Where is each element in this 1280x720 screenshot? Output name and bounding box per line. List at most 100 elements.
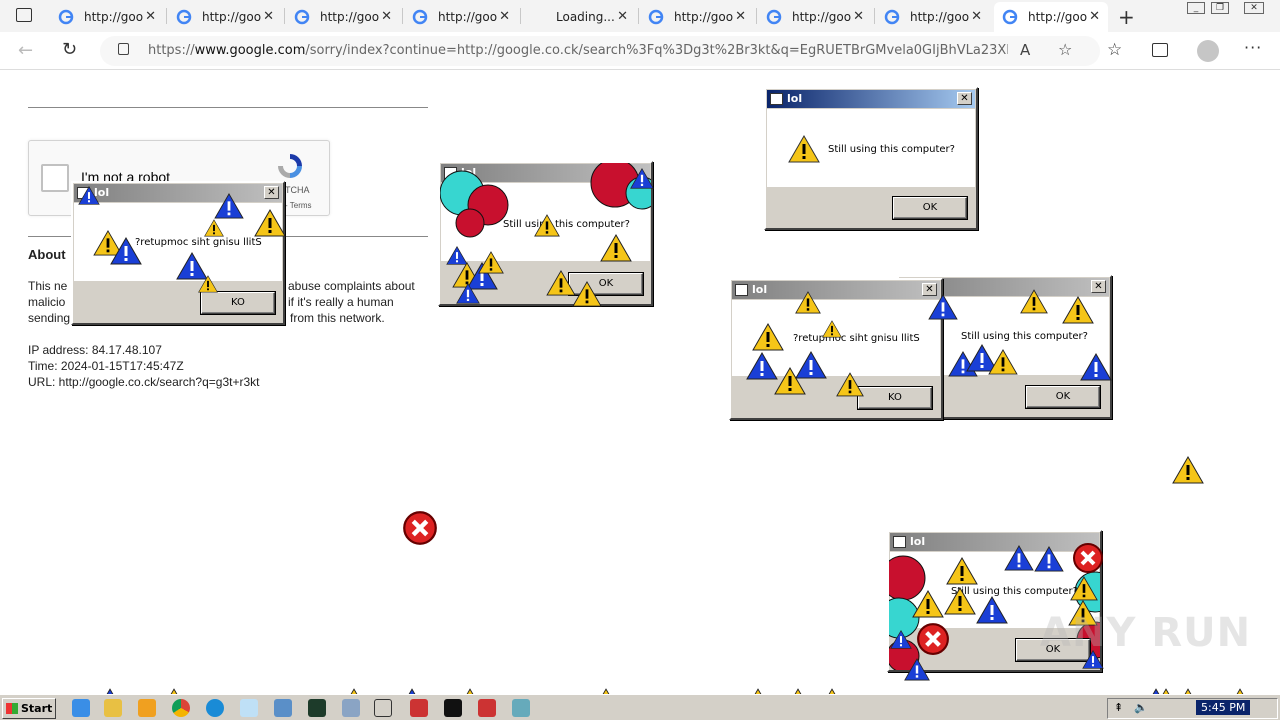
warning-icon	[944, 586, 976, 619]
ko-button[interactable]: KO	[858, 387, 932, 409]
info-icon	[214, 192, 244, 223]
close-window-button[interactable]: ✕	[1244, 2, 1264, 14]
info-icon	[110, 236, 142, 269]
ok-button[interactable]: OK	[893, 197, 967, 219]
dialog-titlebar[interactable]: lol ✕	[767, 90, 975, 108]
dialog-close-button[interactable]: ✕	[264, 186, 279, 199]
tab-close-icon[interactable]: ✕	[735, 9, 746, 24]
app-icon[interactable]	[478, 699, 496, 717]
tab-actions-icon[interactable]	[16, 8, 32, 22]
lock-icon[interactable]	[118, 43, 129, 55]
dialog-close-button[interactable]: ✕	[957, 92, 972, 105]
address-bar-row: ← ↻ https://www.google.com/sorry/index?c…	[0, 32, 1280, 70]
dialog-titlebar[interactable]: lol✕	[74, 184, 282, 202]
browser-tab[interactable]: http://goo ✕	[876, 2, 990, 32]
profile-avatar[interactable]	[1197, 40, 1219, 62]
favorites-icon[interactable]: ☆	[1107, 40, 1122, 60]
warning-icon	[198, 275, 218, 297]
browser-tab[interactable]: http://goo ✕	[286, 2, 400, 32]
browser-tab[interactable]: http://goo ✕	[640, 2, 754, 32]
minimize-button[interactable]: _	[1187, 2, 1205, 14]
error-icon	[916, 622, 950, 660]
dialog-titlebar[interactable]: lol✕	[732, 281, 940, 299]
time-text: Time: 2024-01-15T17:45:47Z	[28, 359, 184, 373]
info-icon	[630, 167, 654, 193]
warning-icon	[478, 251, 504, 278]
app-icon[interactable]	[410, 699, 428, 717]
ok-button[interactable]: OK	[1026, 386, 1100, 408]
volume-icon[interactable]: 🔈	[1134, 701, 1148, 714]
start-button[interactable]: Start	[2, 698, 56, 719]
recaptcha-terms-link[interactable]: - Terms	[285, 201, 312, 210]
tray-arrow-icon[interactable]: ⇞	[1114, 701, 1123, 714]
calculator-icon[interactable]	[342, 699, 360, 717]
top-divider	[28, 107, 428, 108]
browser-tab-loading[interactable]: Loading... ✕	[522, 2, 636, 32]
new-tab-plus-icon[interactable]: +	[1118, 5, 1135, 29]
info-icon	[890, 629, 912, 653]
chrome-icon[interactable]	[172, 699, 190, 717]
tab-bar: http://goo ✕ http://goo ✕ http://goo ✕ h…	[0, 0, 1280, 32]
app-icon	[893, 536, 906, 548]
restore-button[interactable]: ❐	[1211, 2, 1229, 14]
info-icon	[1004, 544, 1034, 575]
captcha-checkbox[interactable]	[41, 164, 69, 192]
dialog-message: Still using this computer?	[828, 144, 955, 155]
browser-tab[interactable]: http://goo ✕	[404, 2, 518, 32]
warning-icon	[1062, 295, 1094, 328]
cmd-icon[interactable]	[444, 699, 462, 717]
warning-icon	[912, 589, 944, 622]
tab-close-icon[interactable]: ✕	[263, 9, 274, 24]
dialog-message: Still using this computer?	[503, 219, 630, 230]
dialog-close-button[interactable]: ✕	[1091, 280, 1106, 293]
explorer-folder-icon[interactable]	[104, 699, 122, 717]
warning-icon	[254, 208, 286, 241]
browser-tab[interactable]: http://goo ✕	[50, 2, 164, 32]
collections-icon[interactable]	[1152, 43, 1168, 57]
info-icon	[904, 658, 930, 685]
tab-close-icon[interactable]: ✕	[971, 9, 982, 24]
window-app-icon[interactable]	[374, 699, 392, 717]
warning-icon	[752, 322, 784, 355]
tab-close-icon[interactable]: ✕	[617, 9, 628, 24]
more-menu-icon[interactable]: ···	[1244, 38, 1262, 57]
browser-tab[interactable]: http://goo ✕	[758, 2, 872, 32]
refresh-icon[interactable]: ↻	[62, 39, 77, 60]
warning-icon	[795, 291, 821, 318]
ie-icon[interactable]	[72, 699, 90, 717]
app-icon[interactable]	[512, 699, 530, 717]
dialog-title: lol	[787, 92, 803, 105]
tab-close-icon[interactable]: ✕	[853, 9, 864, 24]
info-icon	[795, 350, 827, 383]
url-text[interactable]: https://www.google.com/sorry/index?conti…	[148, 43, 1008, 58]
browser-tab-active[interactable]: http://goo ✕	[994, 2, 1108, 32]
tab-close-icon[interactable]: ✕	[381, 9, 392, 24]
tab-close-icon[interactable]: ✕	[1089, 9, 1100, 24]
terminal-icon[interactable]	[308, 699, 326, 717]
back-arrow-icon[interactable]: ←	[18, 40, 33, 61]
add-favorite-icon[interactable]: ☆	[1058, 40, 1072, 59]
lol-dialog-active[interactable]: lol ✕ Still using this computer? OK	[764, 87, 978, 230]
about-text-line: from this network.	[290, 311, 385, 325]
computer-icon[interactable]	[274, 699, 292, 717]
url-box[interactable]: https://www.google.com/sorry/index?conti…	[100, 36, 1100, 66]
dialog-message: ?retupmoc siht gnisu llitS	[135, 237, 262, 248]
google-favicon-icon	[176, 9, 192, 25]
read-aloud-icon[interactable]: A	[1020, 41, 1030, 59]
google-favicon-icon	[294, 9, 310, 25]
about-text-line: This ne	[28, 279, 68, 293]
error-icon	[1072, 542, 1104, 578]
dialog-title: lol	[910, 535, 926, 548]
warning-icon	[600, 233, 632, 266]
tab-close-icon[interactable]: ✕	[499, 9, 510, 24]
tab-close-icon[interactable]: ✕	[145, 9, 156, 24]
google-favicon-icon	[766, 9, 782, 25]
notepad-icon[interactable]	[240, 699, 258, 717]
url-info-text: URL: http://google.co.ck/search?q=g3t+r3…	[28, 375, 260, 389]
browser-tab[interactable]: http://goo ✕	[168, 2, 282, 32]
system-tray: ⇞ 🔈	[1107, 698, 1278, 719]
media-player-icon[interactable]	[138, 699, 156, 717]
taskbar: Start ⇞ 🔈 5:45 PM	[0, 694, 1280, 720]
edge-icon[interactable]	[206, 699, 224, 717]
about-heading: About	[28, 247, 66, 262]
